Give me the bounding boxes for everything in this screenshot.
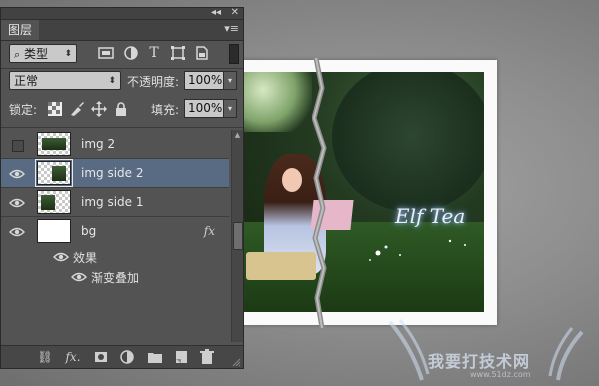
fill-input[interactable]: 100% [184,99,224,118]
layers-panel: ◂◂ ✕ 图层 ▾≡ ⌕ 类型 ⬍ T 正常 ⬍ 不透明度: 100% ▾ 锁定… [0,7,244,369]
layer-row[interactable]: img side 2 [1,159,229,188]
layers-scrollbar[interactable]: ▲ [231,130,243,342]
panel-bottom-toolbar: ⛓ fx. [1,345,243,368]
chevron-updown-icon: ⬍ [64,49,72,59]
panel-titlebar[interactable]: ◂◂ ✕ [1,7,243,20]
type-filter-icon[interactable]: T [146,45,162,61]
shape-filter-icon[interactable] [170,45,186,61]
blend-mode-value: 正常 [14,74,39,88]
effect-item-row[interactable]: 渐变叠加 [1,267,229,287]
lock-all-icon[interactable] [113,101,129,117]
add-mask-icon[interactable] [93,349,109,365]
link-layers-icon[interactable]: ⛓ [37,349,53,365]
lock-image-pixels-icon[interactable] [69,101,85,117]
eye-icon[interactable] [9,224,25,240]
layer-name[interactable]: img 2 [81,137,115,151]
image-filter-icon[interactable] [98,45,114,61]
layer-row[interactable]: img 2 [1,130,229,159]
eye-icon[interactable] [9,195,25,211]
divider [1,68,243,69]
effect-item-label: 渐变叠加 [91,271,140,285]
layer-thumbnail [37,190,71,214]
photo-tear [312,58,327,328]
opacity-label: 不透明度: [127,75,180,89]
collapse-icon[interactable]: ◂◂ [211,7,221,18]
eye-icon[interactable] [9,166,25,182]
scroll-up-icon[interactable]: ▲ [232,130,243,140]
layers-list: img 2 img side 2 img side 1 bg fx 效果 渐变叠… [1,130,229,342]
fill-slider-button[interactable]: ▾ [223,99,237,118]
blend-mode-dropdown[interactable]: 正常 ⬍ [9,71,121,90]
opacity-slider-button[interactable]: ▾ [223,71,237,90]
panel-menu-icon[interactable]: ▾≡ [224,22,239,35]
layer-name[interactable]: bg [81,224,96,238]
fill-label: 填充: [151,103,180,117]
adjustment-filter-icon[interactable] [123,45,139,61]
layer-thumbnail [37,219,71,243]
layer-thumbnail [35,159,73,187]
photo-image [242,72,484,312]
visibility-toggle[interactable] [12,140,24,152]
delete-layer-icon[interactable] [199,349,215,365]
filter-kind-label: 类型 [24,47,49,61]
filter-toggle-switch[interactable] [229,44,239,64]
search-icon: ⌕ [14,48,21,61]
watermark-text: 我要打技术网 [428,352,531,371]
opacity-input[interactable]: 100% [184,71,224,90]
lock-label: 锁定: [9,103,38,117]
lock-transparent-pixels-icon[interactable] [47,101,63,117]
divider [1,127,243,128]
effects-row[interactable]: 效果 [1,247,229,267]
eye-icon[interactable] [71,269,87,285]
new-layer-icon[interactable] [173,349,189,365]
sparkles [369,239,466,261]
layer-name[interactable]: img side 2 [81,166,144,180]
layer-row[interactable]: bg fx [1,217,229,246]
scroll-thumb[interactable] [233,222,243,250]
close-icon[interactable]: ✕ [231,7,239,18]
filter-kind-dropdown[interactable]: ⌕ 类型 ⬍ [9,44,77,63]
add-style-icon[interactable]: fx. [65,349,81,365]
layer-thumbnail [37,132,71,156]
smart-object-filter-icon[interactable] [194,45,210,61]
panel-tabbar: 图层 ▾≡ [1,20,243,41]
lock-position-icon[interactable] [91,101,107,117]
watermark-url: www.51dz.com [470,370,531,379]
resize-grip-icon[interactable] [231,357,241,367]
effects-fx-icon[interactable]: fx [204,224,215,238]
eye-icon[interactable] [53,249,69,265]
layer-name[interactable]: img side 1 [81,195,144,209]
effects-label: 效果 [73,251,98,265]
new-group-icon[interactable] [147,349,163,365]
signature-text: Elf Tea [395,204,466,228]
layer-row[interactable]: img side 1 [1,188,229,217]
tab-layers[interactable]: 图层 [1,20,39,40]
adjustment-layer-icon[interactable] [119,349,135,365]
canvas-photo [232,60,497,325]
chevron-updown-icon: ⬍ [108,76,116,86]
